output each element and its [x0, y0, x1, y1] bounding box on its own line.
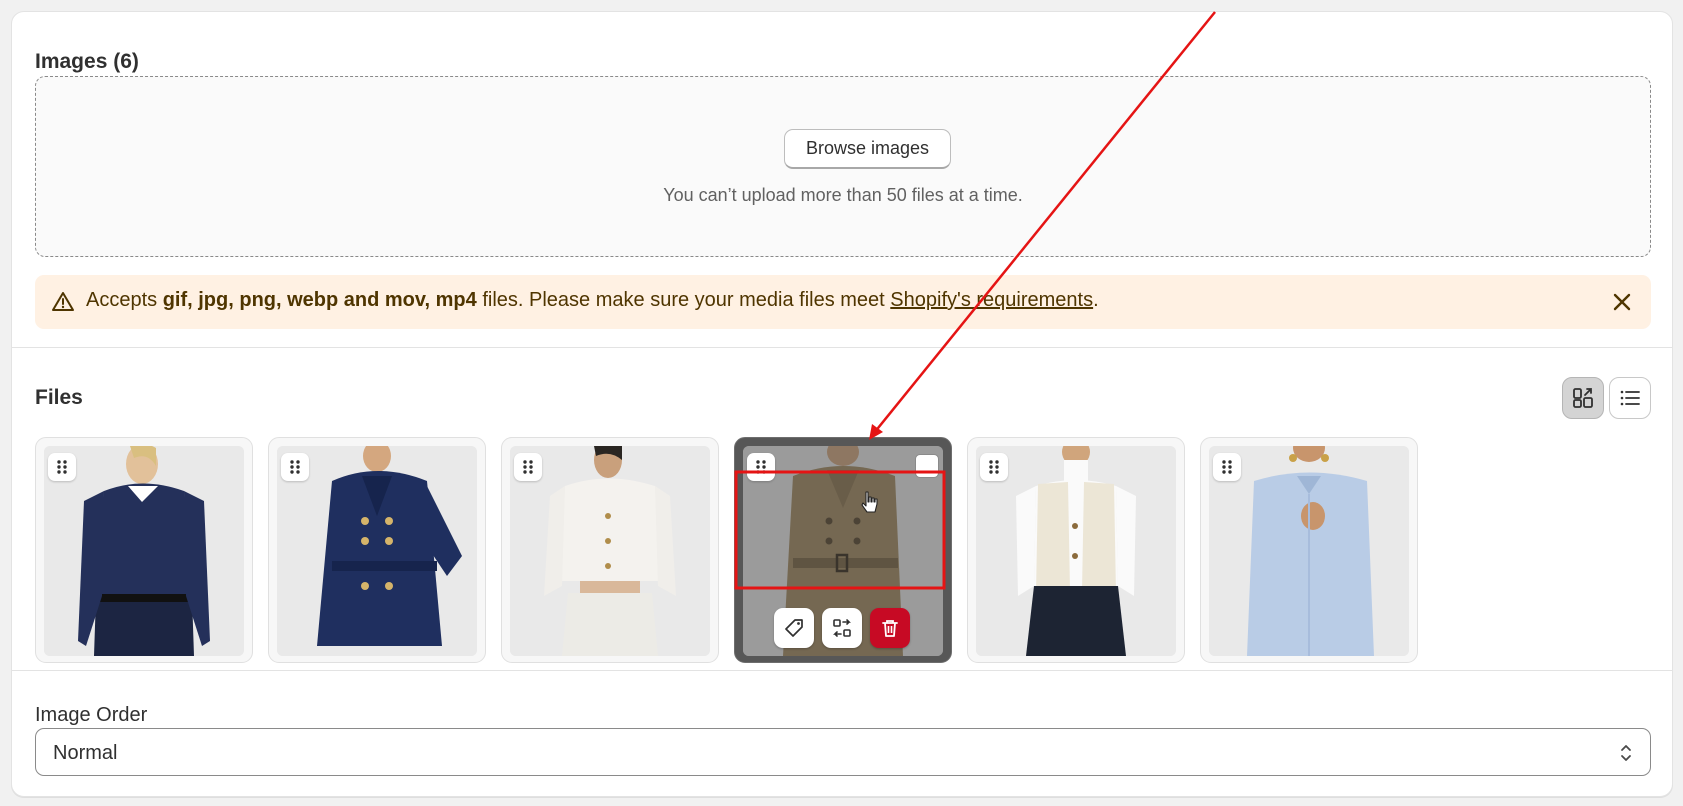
banner-formats: gif, jpg, png, webp and mov, mp4 — [162, 289, 477, 311]
banner-prefix: Accepts — [86, 289, 163, 311]
drag-handle-icon[interactable] — [1213, 453, 1241, 481]
media-card: Images (6) Browse images You can’t uploa… — [11, 11, 1673, 797]
grid-view-icon — [1573, 388, 1593, 408]
replace-button[interactable] — [822, 608, 862, 648]
replace-icon — [833, 619, 851, 637]
select-checkbox[interactable] — [915, 454, 939, 478]
trash-icon — [882, 620, 898, 637]
warning-icon — [52, 292, 74, 311]
file-thumbnail[interactable] — [967, 437, 1185, 663]
chevron-up-down-icon — [1621, 745, 1631, 761]
file-thumbnail-hovered[interactable] — [734, 437, 952, 663]
drag-handle-icon[interactable] — [514, 453, 542, 481]
thumbnail-actions — [774, 608, 910, 648]
list-view-button[interactable] — [1609, 377, 1651, 419]
image-order-value: Normal — [53, 742, 118, 764]
upload-dropzone[interactable]: Browse images You can’t upload more than… — [35, 76, 1651, 257]
section-divider — [12, 670, 1672, 671]
drag-handle-icon[interactable] — [980, 453, 1008, 481]
delete-button[interactable] — [870, 608, 910, 648]
section-divider — [12, 347, 1672, 348]
drag-handle-icon[interactable] — [281, 453, 309, 481]
file-thumbnail[interactable] — [35, 437, 253, 663]
files-section-title: Files — [35, 386, 83, 409]
image-order-label: Image Order — [35, 704, 148, 726]
file-thumbnail[interactable] — [268, 437, 486, 663]
banner-message: Accepts gif, jpg, png, webp and mov, mp4… — [86, 289, 1099, 312]
upload-hint: You can’t upload more than 50 files at a… — [663, 185, 1023, 205]
drag-handle-icon[interactable] — [747, 453, 775, 481]
banner-middle: files. Please make sure your media files… — [476, 289, 891, 311]
drag-handle-icon[interactable] — [48, 453, 76, 481]
grid-view-button[interactable] — [1562, 377, 1604, 419]
banner-suffix: . — [1093, 289, 1099, 311]
images-section-title: Images (6) — [35, 50, 139, 73]
requirements-link[interactable]: Shopify's requirements — [890, 289, 1093, 311]
browse-images-button[interactable]: Browse images — [784, 129, 951, 169]
close-icon[interactable] — [1609, 289, 1635, 315]
file-types-banner: Accepts gif, jpg, png, webp and mov, mp4… — [35, 275, 1651, 329]
list-view-icon — [1620, 390, 1640, 406]
tag-icon — [785, 619, 803, 637]
file-thumbnail[interactable] — [1200, 437, 1418, 663]
image-order-select[interactable]: Normal — [35, 728, 1651, 776]
file-thumbnail[interactable] — [501, 437, 719, 663]
alt-text-button[interactable] — [774, 608, 814, 648]
